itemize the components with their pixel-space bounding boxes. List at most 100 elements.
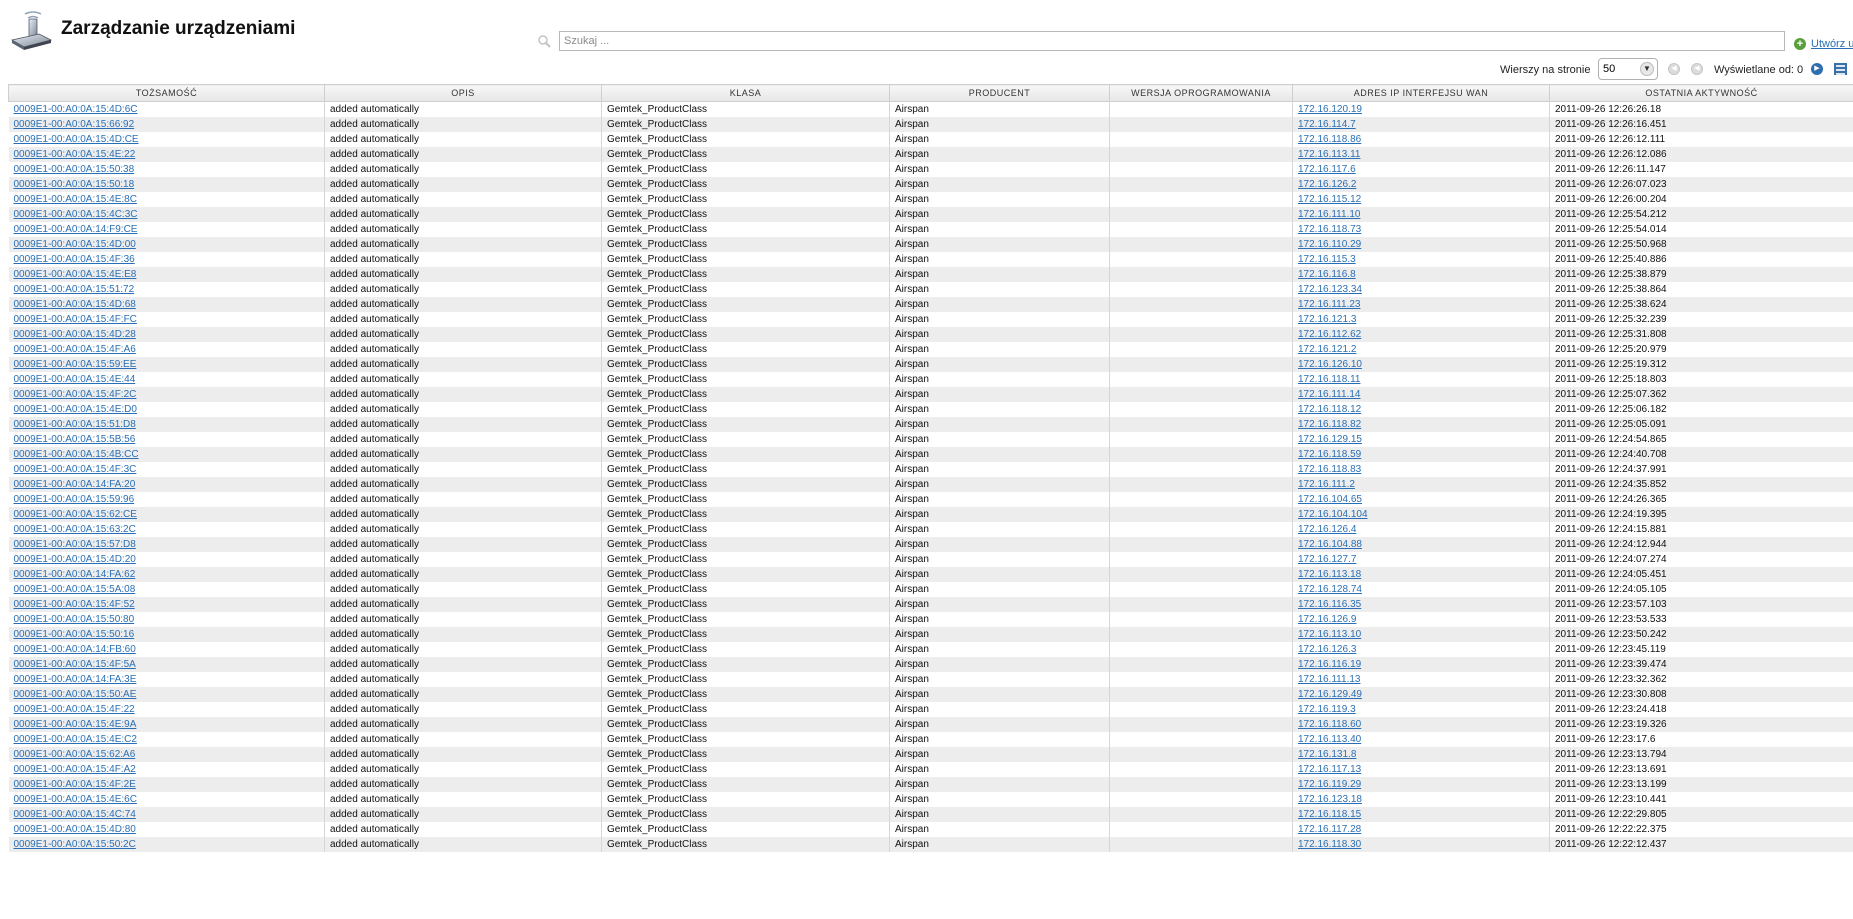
wan-ip-link[interactable]: 172.16.118.83 [1298, 464, 1361, 475]
table-row[interactable]: 0009E1-00:A0:0A:15:4F:FC added automatica… [8, 312, 1853, 327]
device-identity-link[interactable]: 0009E1-00:A0:0A:15:4F:3C [14, 464, 137, 475]
table-row[interactable]: 0009E1-00:A0:0A:15:4D:6C added automatica… [8, 101, 1853, 117]
device-identity-link[interactable]: 0009E1-00:A0:0A:15:4D:20 [14, 554, 136, 565]
wan-ip-link[interactable]: 172.16.116.8 [1298, 269, 1356, 280]
table-row[interactable]: 0009E1-00:A0:0A:15:66:92 added automatica… [8, 117, 1853, 132]
device-identity-link[interactable]: 0009E1-00:A0:0A:15:4F:36 [14, 254, 135, 265]
table-row[interactable]: 0009E1-00:A0:0A:14:FB:60 added automatica… [8, 642, 1853, 657]
prev-page-icon[interactable]: ◀ [1691, 63, 1703, 75]
wan-ip-link[interactable]: 172.16.115.3 [1298, 254, 1356, 265]
device-identity-link[interactable]: 0009E1-00:A0:0A:15:50:AE [14, 689, 137, 700]
table-row[interactable]: 0009E1-00:A0:0A:15:51:72 added automatica… [8, 282, 1853, 297]
device-identity-link[interactable]: 0009E1-00:A0:0A:15:4E:44 [14, 374, 136, 385]
wan-ip-link[interactable]: 172.16.113.40 [1298, 734, 1361, 745]
device-identity-link[interactable]: 0009E1-00:A0:0A:15:62:CE [14, 509, 137, 520]
table-row[interactable]: 0009E1-00:A0:0A:15:4E:44 added automatica… [8, 372, 1853, 387]
table-row[interactable]: 0009E1-00:A0:0A:15:5B:56 added automatica… [8, 432, 1853, 447]
table-row[interactable]: 0009E1-00:A0:0A:15:4E:22 added automatica… [8, 147, 1853, 162]
table-row[interactable]: 0009E1-00:A0:0A:15:4E:E8 added automatica… [8, 267, 1853, 282]
table-row[interactable]: 0009E1-00:A0:0A:15:4F:22 added automatica… [8, 702, 1853, 717]
table-row[interactable]: 0009E1-00:A0:0A:15:51:D8 added automatica… [8, 417, 1853, 432]
column-header-last-activity[interactable]: OSTATNIA AKTYWNOŚĆ [1549, 84, 1853, 102]
table-row[interactable]: 0009E1-00:A0:0A:15:4F:3C added automatica… [8, 462, 1853, 477]
device-identity-link[interactable]: 0009E1-00:A0:0A:15:66:92 [14, 119, 135, 130]
device-identity-link[interactable]: 0009E1-00:A0:0A:15:4D:CE [14, 134, 139, 145]
wan-ip-link[interactable]: 172.16.118.82 [1298, 419, 1361, 430]
table-row[interactable]: 0009E1-00:A0:0A:15:62:CE added automatica… [8, 507, 1853, 522]
table-row[interactable]: 0009E1-00:A0:0A:14:FA:3E added automatica… [8, 672, 1853, 687]
wan-ip-link[interactable]: 172.16.126.9 [1298, 614, 1356, 625]
device-identity-link[interactable]: 0009E1-00:A0:0A:15:4D:68 [14, 299, 136, 310]
device-identity-link[interactable]: 0009E1-00:A0:0A:15:4F:22 [14, 704, 135, 715]
wan-ip-link[interactable]: 172.16.110.29 [1298, 239, 1361, 250]
device-identity-link[interactable]: 0009E1-00:A0:0A:15:4E:6C [14, 794, 137, 805]
table-row[interactable]: 0009E1-00:A0:0A:15:4E:C2 added automatica… [8, 732, 1853, 747]
device-identity-link[interactable]: 0009E1-00:A0:0A:15:4B:CC [14, 449, 139, 460]
device-identity-link[interactable]: 0009E1-00:A0:0A:15:4E:D0 [14, 404, 137, 415]
wan-ip-link[interactable]: 172.16.123.18 [1298, 794, 1362, 805]
table-row[interactable]: 0009E1-00:A0:0A:15:50:38 added automatica… [8, 162, 1853, 177]
wan-ip-link[interactable]: 172.16.129.15 [1298, 434, 1362, 445]
wan-ip-link[interactable]: 172.16.118.11 [1298, 374, 1360, 385]
wan-ip-link[interactable]: 172.16.104.104 [1298, 509, 1368, 520]
device-identity-link[interactable]: 0009E1-00:A0:0A:15:4F:2C [14, 389, 137, 400]
device-identity-link[interactable]: 0009E1-00:A0:0A:15:4F:5A [14, 659, 136, 670]
device-identity-link[interactable]: 0009E1-00:A0:0A:14:FB:60 [14, 644, 136, 655]
table-row[interactable]: 0009E1-00:A0:0A:15:50:16 added automatica… [8, 627, 1853, 642]
wan-ip-link[interactable]: 172.16.127.7 [1298, 554, 1356, 565]
table-row[interactable]: 0009E1-00:A0:0A:15:4F:36 added automatica… [8, 252, 1853, 267]
column-header-description[interactable]: OPIS [324, 84, 602, 102]
table-row[interactable]: 0009E1-00:A0:0A:15:4E:9A added automatica… [8, 717, 1853, 732]
device-identity-link[interactable]: 0009E1-00:A0:0A:15:4F:A6 [14, 344, 136, 355]
table-row[interactable]: 0009E1-00:A0:0A:15:5A:08 added automatica… [8, 582, 1853, 597]
wan-ip-link[interactable]: 172.16.126.10 [1298, 359, 1362, 370]
wan-ip-link[interactable]: 172.16.115.12 [1298, 194, 1361, 205]
wan-ip-link[interactable]: 172.16.112.62 [1298, 329, 1361, 340]
device-identity-link[interactable]: 0009E1-00:A0:0A:15:59:EE [14, 359, 137, 370]
device-identity-link[interactable]: 0009E1-00:A0:0A:15:4C:3C [14, 209, 138, 220]
table-row[interactable]: 0009E1-00:A0:0A:15:4F:A6 added automatica… [8, 342, 1853, 357]
table-row[interactable]: 0009E1-00:A0:0A:15:4F:2E added automatica… [8, 777, 1853, 792]
wan-ip-link[interactable]: 172.16.120.19 [1298, 104, 1362, 115]
device-identity-link[interactable]: 0009E1-00:A0:0A:15:4C:74 [14, 809, 136, 820]
wan-ip-link[interactable]: 172.16.118.86 [1298, 134, 1361, 145]
device-identity-link[interactable]: 0009E1-00:A0:0A:15:4D:80 [14, 824, 136, 835]
table-row[interactable]: 0009E1-00:A0:0A:14:FA:62 added automatica… [8, 567, 1853, 582]
wan-ip-link[interactable]: 172.16.129.49 [1298, 689, 1362, 700]
device-identity-link[interactable]: 0009E1-00:A0:0A:15:4D:00 [14, 239, 136, 250]
wan-ip-link[interactable]: 172.16.116.19 [1298, 659, 1361, 670]
wan-ip-link[interactable]: 172.16.114.7 [1298, 119, 1356, 130]
wan-ip-link[interactable]: 172.16.118.59 [1298, 449, 1361, 460]
table-row[interactable]: 0009E1-00:A0:0A:15:63:2C added automatica… [8, 522, 1853, 537]
table-row[interactable]: 0009E1-00:A0:0A:14:FA:20 added automatica… [8, 477, 1853, 492]
wan-ip-link[interactable]: 172.16.111.2 [1298, 479, 1355, 490]
wan-ip-link[interactable]: 172.16.118.30 [1298, 839, 1361, 850]
table-row[interactable]: 0009E1-00:A0:0A:15:50:2C added automatica… [8, 837, 1853, 852]
device-identity-link[interactable]: 0009E1-00:A0:0A:15:4F:FC [14, 314, 137, 325]
wan-ip-link[interactable]: 172.16.111.13 [1298, 674, 1360, 685]
device-identity-link[interactable]: 0009E1-00:A0:0A:15:59:96 [14, 494, 135, 505]
device-identity-link[interactable]: 0009E1-00:A0:0A:15:4E:22 [14, 149, 136, 160]
wan-ip-link[interactable]: 172.16.111.23 [1298, 299, 1360, 310]
wan-ip-link[interactable]: 172.16.104.65 [1298, 494, 1362, 505]
column-header-identity[interactable]: TOŻSAMOŚĆ [8, 84, 325, 102]
device-identity-link[interactable]: 0009E1-00:A0:0A:15:4E:9A [14, 719, 137, 730]
table-row[interactable]: 0009E1-00:A0:0A:15:4C:3C added automatica… [8, 207, 1853, 222]
table-row[interactable]: 0009E1-00:A0:0A:15:4F:5A added automatica… [8, 657, 1853, 672]
wan-ip-link[interactable]: 172.16.118.12 [1298, 404, 1361, 415]
table-row[interactable]: 0009E1-00:A0:0A:15:4D:28 added automatica… [8, 327, 1853, 342]
device-identity-link[interactable]: 0009E1-00:A0:0A:14:FA:20 [14, 479, 136, 490]
wan-ip-link[interactable]: 172.16.113.18 [1298, 569, 1361, 580]
create-link[interactable]: Utwórz u [1811, 38, 1853, 50]
table-row[interactable]: 0009E1-00:A0:0A:15:4E:6C added automatica… [8, 792, 1853, 807]
table-row[interactable]: 0009E1-00:A0:0A:15:4D:20 added automatica… [8, 552, 1853, 567]
search-input[interactable] [559, 31, 1785, 51]
table-row[interactable]: 0009E1-00:A0:0A:15:4C:74 added automatica… [8, 807, 1853, 822]
device-identity-link[interactable]: 0009E1-00:A0:0A:15:4E:E8 [14, 269, 137, 280]
wan-ip-link[interactable]: 172.16.121.2 [1298, 344, 1356, 355]
table-row[interactable]: 0009E1-00:A0:0A:15:4D:80 added automatica… [8, 822, 1853, 837]
device-identity-link[interactable]: 0009E1-00:A0:0A:15:4E:8C [14, 194, 137, 205]
table-row[interactable]: 0009E1-00:A0:0A:15:4F:A2 added automatica… [8, 762, 1853, 777]
table-row[interactable]: 0009E1-00:A0:0A:15:4E:D0 added automatica… [8, 402, 1853, 417]
column-header-class[interactable]: KLASA [601, 84, 890, 102]
